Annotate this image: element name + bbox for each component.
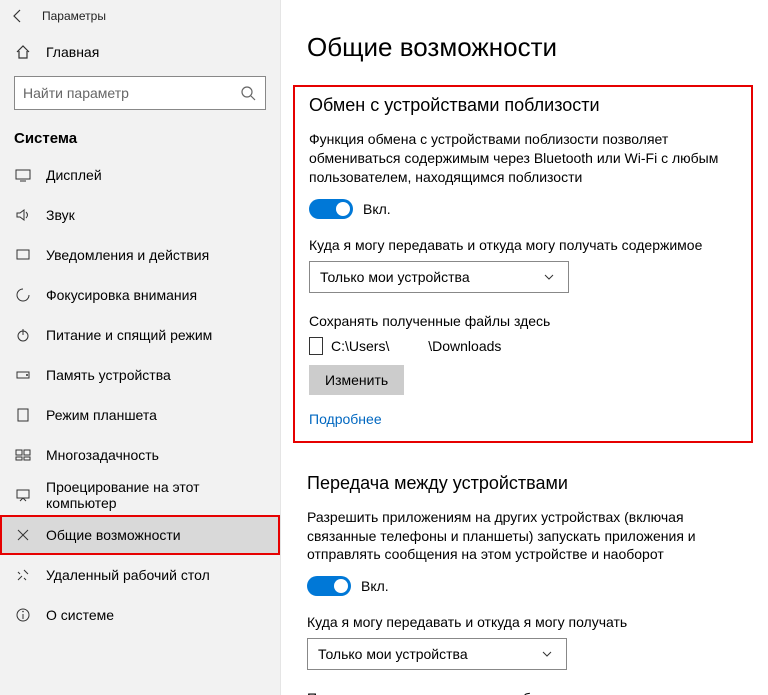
sidebar-item-label: Удаленный рабочий стол	[46, 567, 210, 583]
folder-icon	[309, 337, 323, 355]
sidebar-item-label: Общие возможности	[46, 527, 181, 543]
search-input[interactable]: Найти параметр	[14, 76, 266, 110]
power-icon	[14, 326, 32, 344]
cross-heading: Передача между устройствами	[307, 473, 753, 494]
titlebar: Параметры	[0, 0, 280, 32]
nearby-toggle-label: Вкл.	[363, 201, 391, 217]
sidebar-item-label: Память устройства	[46, 367, 171, 383]
tablet-icon	[14, 406, 32, 424]
home-button[interactable]: Главная	[0, 32, 280, 72]
sidebar-item-label: Звук	[46, 207, 75, 223]
sidebar-item-focus[interactable]: Фокусировка внимания	[0, 275, 280, 315]
cross-where-label: Куда я могу передавать и откуда я могу п…	[307, 614, 753, 630]
multitasking-icon	[14, 446, 32, 464]
sidebar-item-label: О системе	[46, 607, 114, 623]
sidebar-item-storage[interactable]: Память устройства	[0, 355, 280, 395]
nearby-select-value: Только мои устройства	[320, 269, 470, 285]
sidebar-item-projecting[interactable]: Проецирование на этот компьютер	[0, 475, 280, 515]
sidebar-item-power[interactable]: Питание и спящий режим	[0, 315, 280, 355]
home-label: Главная	[46, 44, 99, 60]
back-icon[interactable]	[10, 8, 26, 24]
sidebar-item-display[interactable]: Дисплей	[0, 155, 280, 195]
sidebar-item-label: Проецирование на этот компьютер	[46, 479, 266, 511]
nearby-path: C:\Users\ \Downloads	[331, 338, 501, 354]
learn-more-link[interactable]: Подробнее	[309, 411, 737, 427]
nearby-where-label: Куда я могу передавать и откуда могу пол…	[309, 237, 737, 253]
sidebar-item-remote[interactable]: Удаленный рабочий стол	[0, 555, 280, 595]
sidebar-item-label: Режим планшета	[46, 407, 157, 423]
sidebar-item-tablet[interactable]: Режим планшета	[0, 395, 280, 435]
cross-desc: Разрешить приложениям на других устройст…	[307, 508, 753, 565]
nearby-group: Обмен с устройствами поблизости Функция …	[293, 85, 753, 443]
sidebar-item-label: Фокусировка внимания	[46, 287, 197, 303]
chevron-down-icon	[538, 645, 556, 663]
shared-icon	[14, 526, 32, 544]
window-title: Параметры	[42, 9, 106, 23]
cross-group: Передача между устройствами Разрешить пр…	[293, 465, 753, 695]
cross-select-value: Только мои устройства	[318, 646, 468, 662]
remote-icon	[14, 566, 32, 584]
sidebar-item-shared[interactable]: Общие возможности	[0, 515, 280, 555]
sidebar-item-label: Питание и спящий режим	[46, 327, 212, 343]
display-icon	[14, 166, 32, 184]
nearby-path-row: C:\Users\ \Downloads	[309, 337, 737, 355]
sidebar-item-about[interactable]: О системе	[0, 595, 280, 635]
cross-toggle[interactable]	[307, 576, 351, 596]
storage-icon	[14, 366, 32, 384]
page-title: Общие возможности	[307, 32, 742, 63]
content: Общие возможности Обмен с устройствами п…	[281, 0, 768, 695]
sidebar-item-notifications[interactable]: Уведомления и действия	[0, 235, 280, 275]
nearby-heading: Обмен с устройствами поблизости	[309, 95, 737, 116]
sidebar-item-multitasking[interactable]: Многозадачность	[0, 435, 280, 475]
nearby-save-label: Сохранять полученные файлы здесь	[309, 313, 737, 329]
cross-apps-label: Просмотреть приложения и службы, которым…	[307, 690, 753, 695]
section-title: Система	[0, 124, 280, 155]
notifications-icon	[14, 246, 32, 264]
sidebar-item-label: Дисплей	[46, 167, 102, 183]
focus-icon	[14, 286, 32, 304]
chevron-down-icon	[540, 268, 558, 286]
sidebar-item-label: Уведомления и действия	[46, 247, 209, 263]
sound-icon	[14, 206, 32, 224]
cross-select[interactable]: Только мои устройства	[307, 638, 567, 670]
search-placeholder: Найти параметр	[23, 85, 239, 101]
nearby-toggle[interactable]	[309, 199, 353, 219]
about-icon	[14, 606, 32, 624]
change-button[interactable]: Изменить	[309, 365, 404, 395]
projecting-icon	[14, 486, 32, 504]
search-icon	[239, 84, 257, 102]
sidebar-item-label: Многозадачность	[46, 447, 159, 463]
nearby-select[interactable]: Только мои устройства	[309, 261, 569, 293]
sidebar: Параметры Главная Найти параметр Система…	[0, 0, 281, 695]
home-icon	[14, 43, 32, 61]
cross-toggle-label: Вкл.	[361, 578, 389, 594]
sidebar-item-sound[interactable]: Звук	[0, 195, 280, 235]
nearby-desc: Функция обмена с устройствами поблизости…	[309, 130, 737, 187]
